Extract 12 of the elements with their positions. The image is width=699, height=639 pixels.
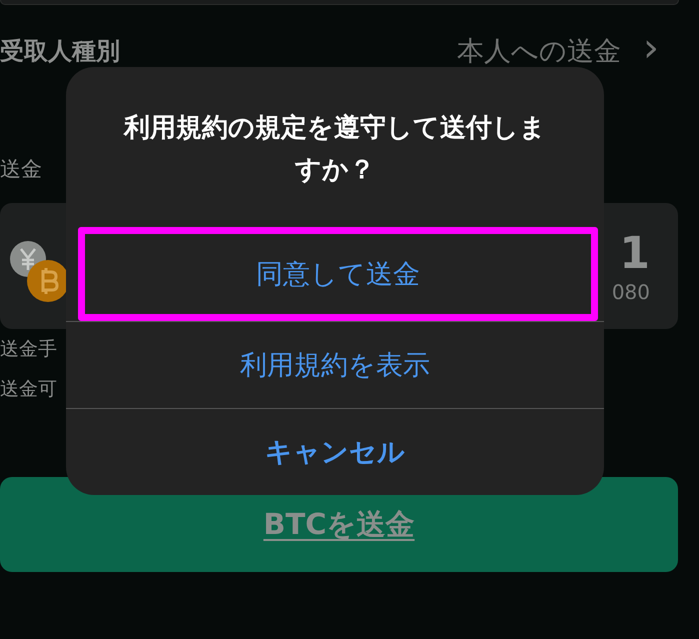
chevron-icon: › [643, 25, 659, 71]
available-label: 送金可 [0, 377, 57, 402]
alert-title: 利用規約の規定を遵守して送付しますか？ [122, 112, 547, 187]
amount-value: 1 [619, 228, 650, 280]
recipient-type-value[interactable]: 本人への送金 [457, 33, 621, 69]
cancel-button[interactable]: キャンセル [66, 408, 604, 495]
recipient-type-label: 受取人種別 [0, 36, 120, 67]
amount-label: 送金 [0, 156, 42, 183]
fee-label: 送金手 [0, 337, 57, 362]
alert-action-button[interactable]: 同意して送金 [78, 227, 598, 322]
alert-action-button[interactable]: 利用規約を表示 [66, 321, 604, 408]
sub-amount: 080 [612, 280, 650, 304]
